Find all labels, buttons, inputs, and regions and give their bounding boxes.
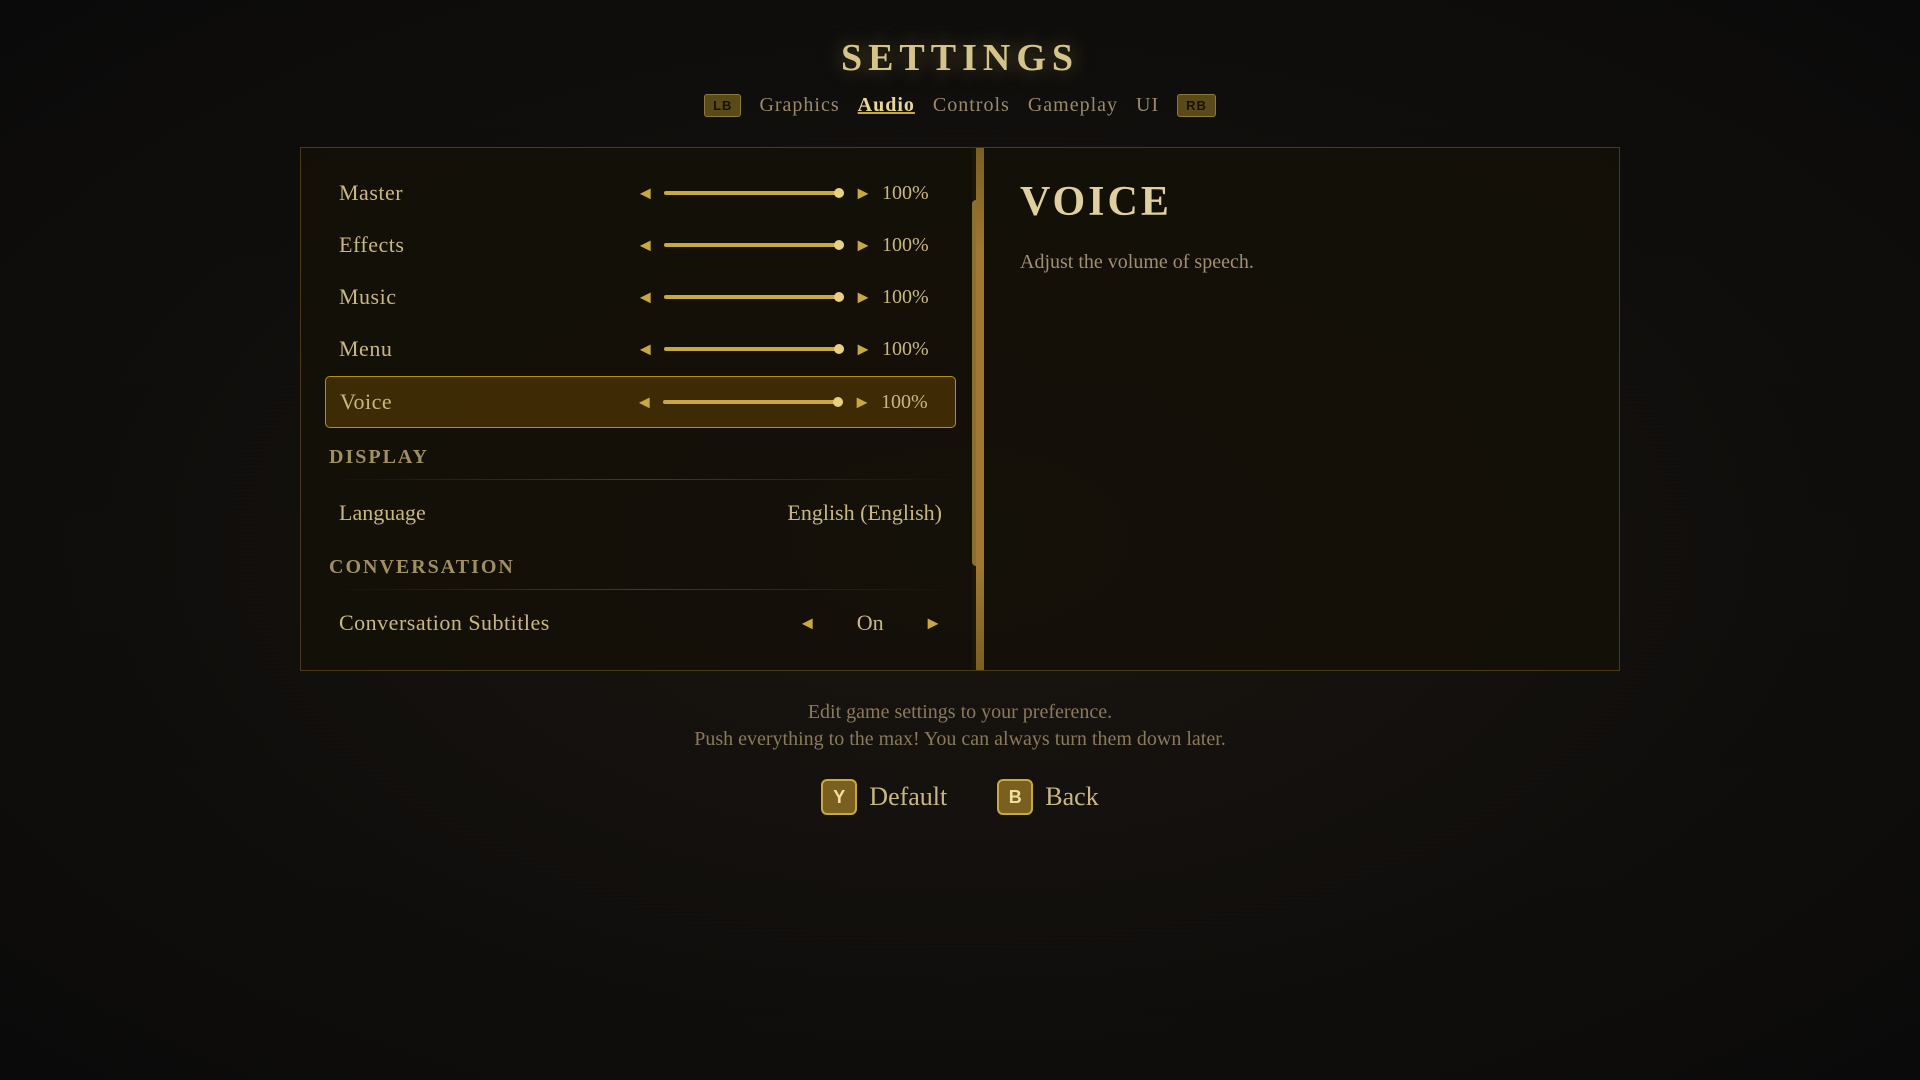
footer: Edit game settings to your preference. P…	[694, 701, 1226, 815]
effects-fill	[664, 243, 844, 247]
tab-audio[interactable]: Audio	[858, 94, 915, 117]
subtitles-label: Conversation Subtitles	[339, 610, 798, 636]
voice-arrow-left[interactable]: ◄	[635, 392, 653, 413]
music-thumb	[834, 292, 844, 302]
menu-label: Menu	[339, 336, 636, 362]
settings-page: SETTINGS LB Graphics Audio Controls Game…	[0, 0, 1920, 1080]
scroll-indicator[interactable]	[972, 148, 980, 670]
left-panel-inner: Master ◄ ► 100% Effects ◄	[325, 168, 956, 648]
music-value: 100%	[882, 286, 942, 309]
subtitles-arrow-right[interactable]: ►	[924, 613, 942, 634]
right-panel-description: Adjust the volume of speech.	[1020, 246, 1579, 278]
menu-arrow-right[interactable]: ►	[854, 339, 872, 360]
menu-fill	[664, 347, 844, 351]
menu-value: 100%	[882, 338, 942, 361]
voice-fill	[663, 400, 843, 404]
setting-row-master[interactable]: Master ◄ ► 100%	[325, 168, 956, 218]
display-section-header: DISPLAY	[325, 446, 956, 469]
footer-hint1: Edit game settings to your preference.	[694, 701, 1226, 724]
subtitles-arrow-left[interactable]: ◄	[798, 613, 816, 634]
effects-track	[664, 243, 844, 247]
effects-label: Effects	[339, 232, 636, 258]
default-button[interactable]: Y Default	[821, 779, 947, 815]
master-arrow-left[interactable]: ◄	[636, 183, 654, 204]
lb-button[interactable]: LB	[704, 94, 741, 117]
default-badge: Y	[821, 779, 857, 815]
conversation-divider	[325, 589, 956, 590]
tabs-bar: LB Graphics Audio Controls Gameplay UI R…	[704, 94, 1216, 117]
music-arrow-right[interactable]: ►	[854, 287, 872, 308]
menu-thumb	[834, 344, 844, 354]
footer-hint2: Push everything to the max! You can alwa…	[694, 728, 1226, 751]
master-arrow-right[interactable]: ►	[854, 183, 872, 204]
tab-graphics[interactable]: Graphics	[759, 94, 839, 117]
effects-thumb	[834, 240, 844, 250]
language-row[interactable]: Language English (English)	[325, 488, 956, 538]
language-label: Language	[339, 500, 787, 526]
voice-label: Voice	[340, 389, 635, 415]
master-slider-container: ◄ ► 100%	[636, 182, 942, 205]
setting-row-effects[interactable]: Effects ◄ ► 100%	[325, 220, 956, 270]
right-panel-title: VOICE	[1020, 178, 1579, 226]
left-panel: Master ◄ ► 100% Effects ◄	[300, 147, 980, 671]
effects-arrow-left[interactable]: ◄	[636, 235, 654, 256]
right-panel: VOICE Adjust the volume of speech.	[980, 147, 1620, 671]
master-thumb	[834, 188, 844, 198]
scroll-thumb	[972, 200, 980, 565]
footer-buttons: Y Default B Back	[694, 779, 1226, 815]
master-value: 100%	[882, 182, 942, 205]
tab-gameplay[interactable]: Gameplay	[1028, 94, 1118, 117]
menu-slider-container: ◄ ► 100%	[636, 338, 942, 361]
voice-thumb	[833, 397, 843, 407]
page-title: SETTINGS	[704, 36, 1216, 80]
conversation-section-header: CONVERSATION	[325, 556, 956, 579]
voice-arrow-right[interactable]: ►	[853, 392, 871, 413]
music-slider-container: ◄ ► 100%	[636, 286, 942, 309]
master-track	[664, 191, 844, 195]
display-divider	[325, 479, 956, 480]
tab-ui[interactable]: UI	[1136, 94, 1159, 117]
master-label: Master	[339, 180, 636, 206]
subtitles-container: ◄ On ►	[798, 610, 942, 636]
header: SETTINGS LB Graphics Audio Controls Game…	[704, 36, 1216, 117]
setting-row-voice[interactable]: Voice ◄ ► 100%	[325, 376, 956, 428]
voice-slider-container: ◄ ► 100%	[635, 391, 941, 414]
content-area: Master ◄ ► 100% Effects ◄	[300, 147, 1620, 671]
music-fill	[664, 295, 844, 299]
menu-arrow-left[interactable]: ◄	[636, 339, 654, 360]
master-fill	[664, 191, 844, 195]
back-button[interactable]: B Back	[997, 779, 1098, 815]
voice-track	[663, 400, 843, 404]
setting-row-menu[interactable]: Menu ◄ ► 100%	[325, 324, 956, 374]
effects-value: 100%	[882, 234, 942, 257]
music-track	[664, 295, 844, 299]
default-label: Default	[869, 782, 947, 812]
menu-track	[664, 347, 844, 351]
effects-slider-container: ◄ ► 100%	[636, 234, 942, 257]
tab-controls[interactable]: Controls	[933, 94, 1010, 117]
music-label: Music	[339, 284, 636, 310]
language-value: English (English)	[787, 500, 942, 526]
back-badge: B	[997, 779, 1033, 815]
music-arrow-left[interactable]: ◄	[636, 287, 654, 308]
subtitles-value: On	[830, 610, 910, 636]
effects-arrow-right[interactable]: ►	[854, 235, 872, 256]
back-label: Back	[1045, 782, 1098, 812]
rb-button[interactable]: RB	[1177, 94, 1216, 117]
setting-row-subtitles[interactable]: Conversation Subtitles ◄ On ►	[325, 598, 956, 648]
setting-row-music[interactable]: Music ◄ ► 100%	[325, 272, 956, 322]
voice-value: 100%	[881, 391, 941, 414]
